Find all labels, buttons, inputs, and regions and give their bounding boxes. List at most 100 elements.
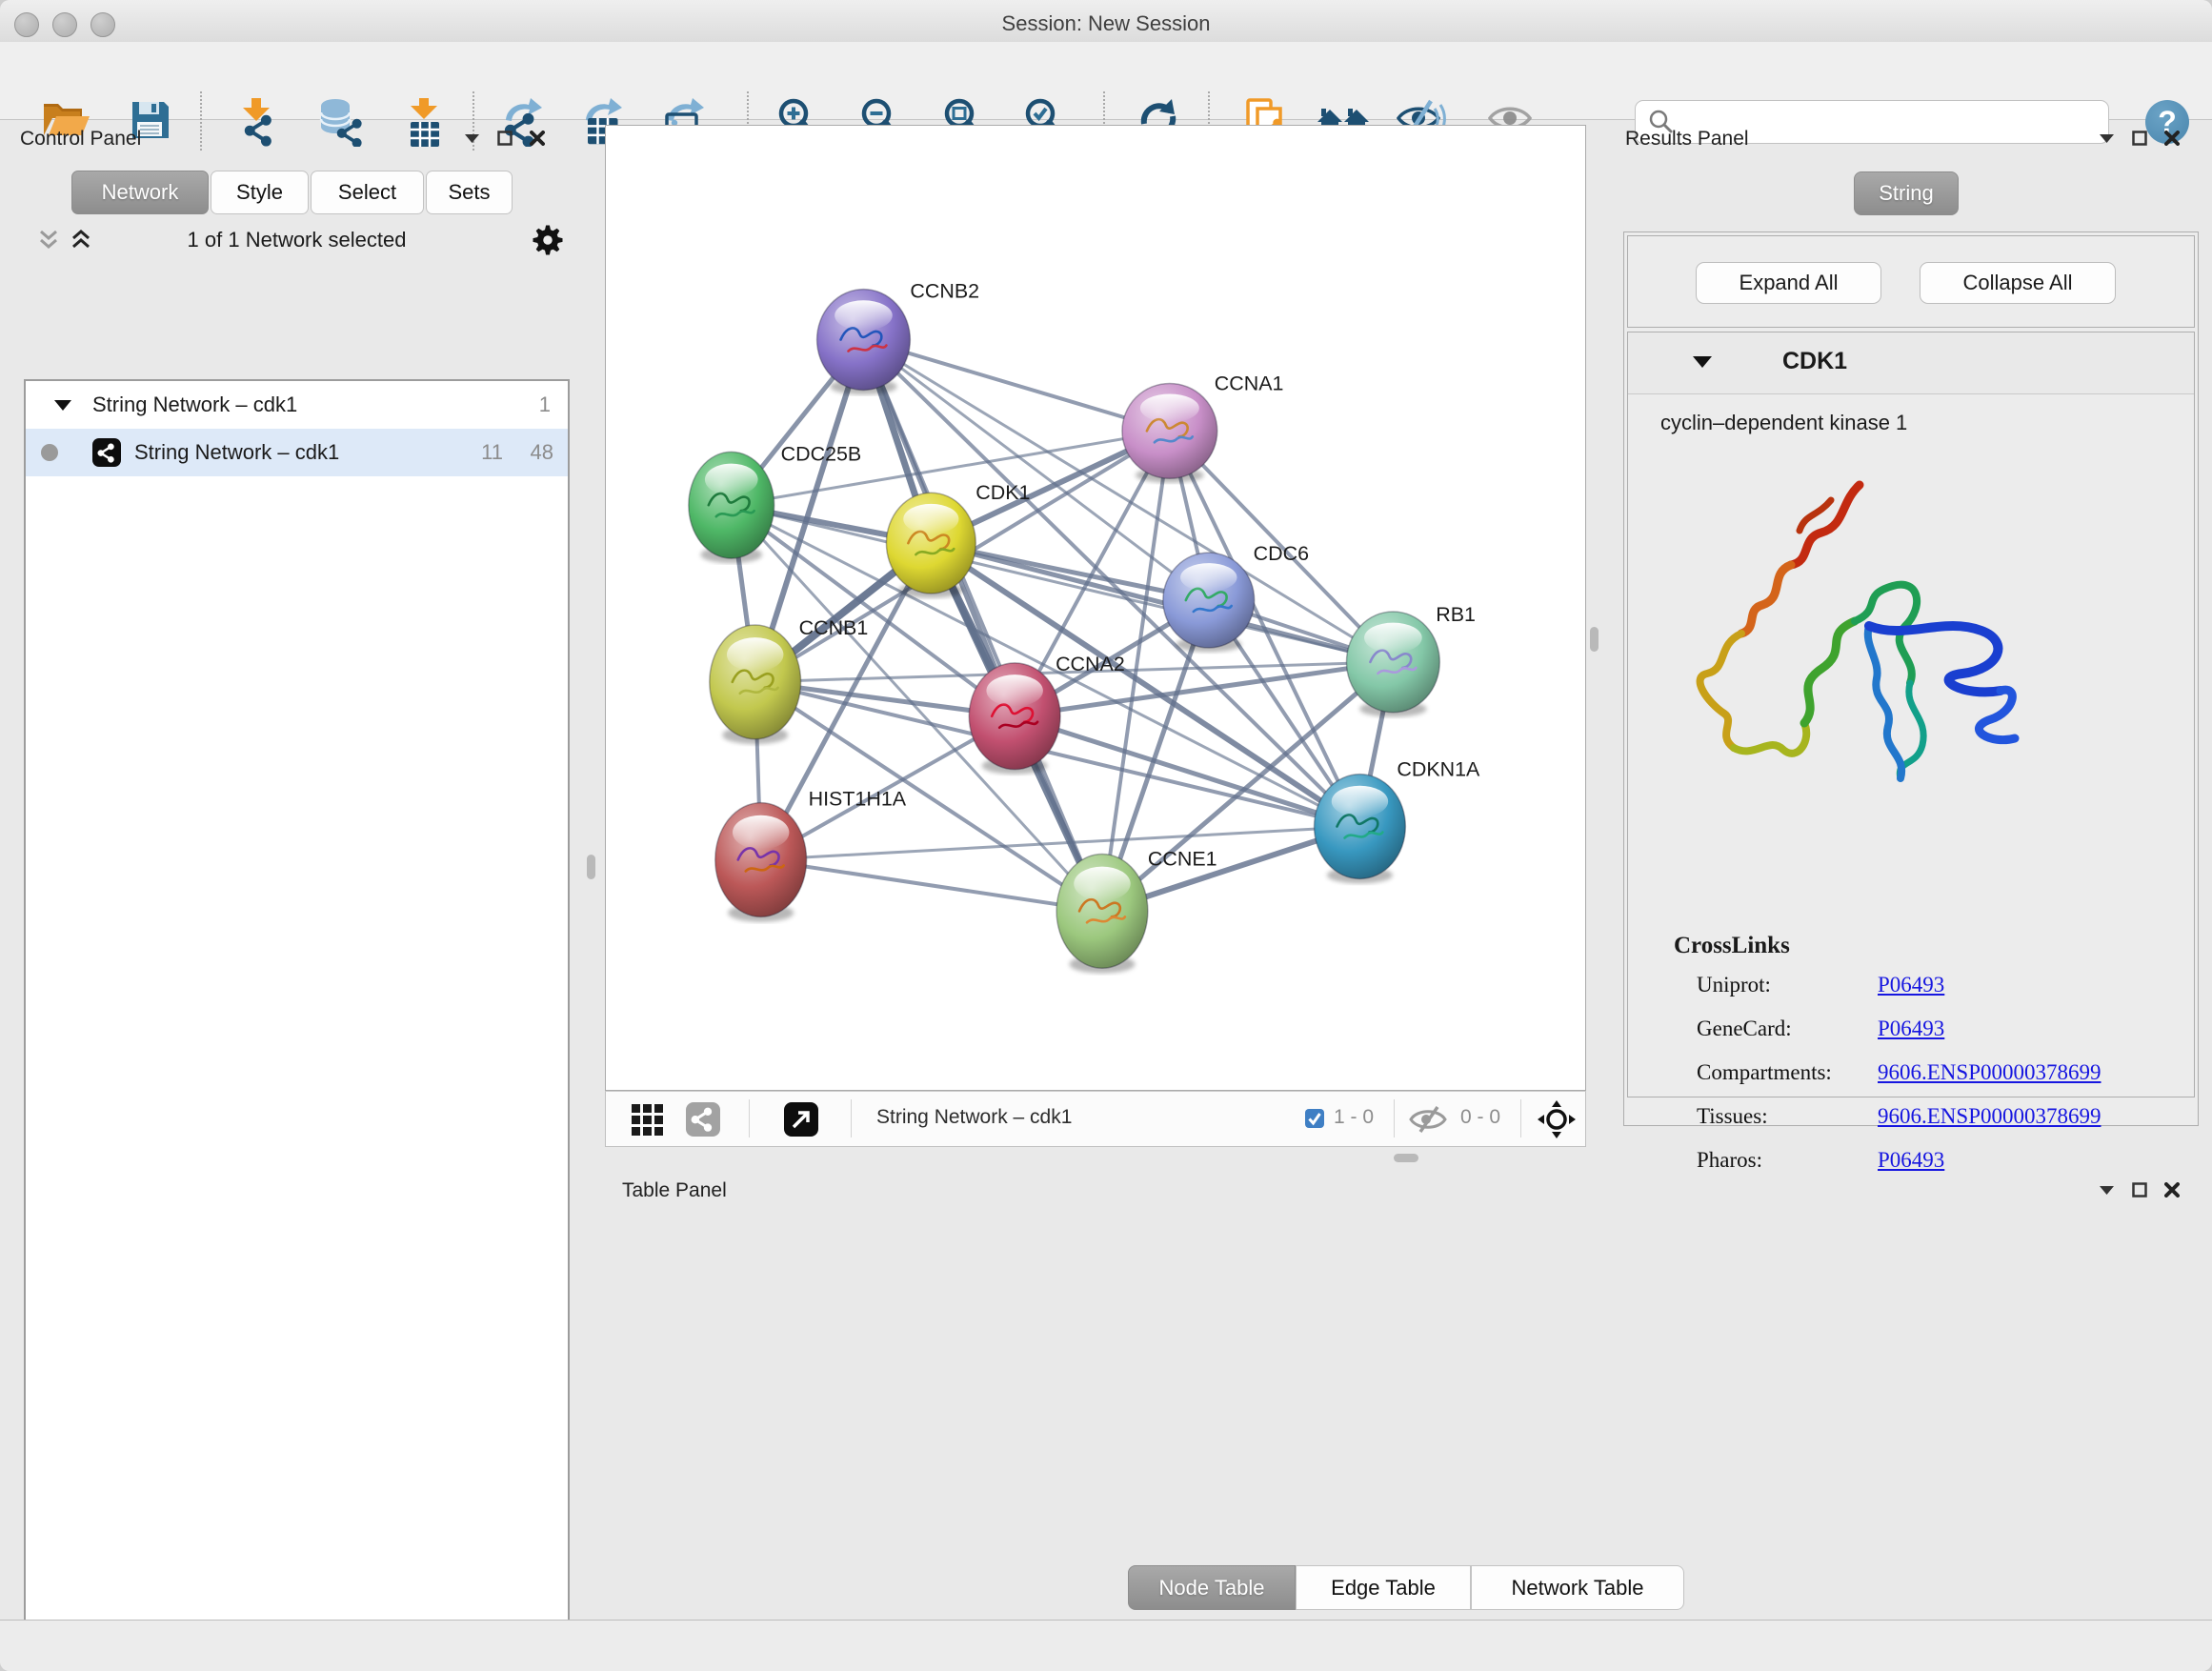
node-CCNE1[interactable]: CCNE1: [1056, 847, 1217, 973]
node-CCNB2[interactable]: CCNB2: [817, 280, 979, 395]
node-label-HIST1H1A: HIST1H1A: [809, 788, 907, 811]
table-panel-header-icons: [2099, 1182, 2180, 1198]
node-label-CCNB2: CCNB2: [910, 280, 979, 303]
accordion-expander-icon[interactable]: [1693, 355, 1712, 369]
tab-string[interactable]: String: [1854, 171, 1959, 215]
edge-CCNB2-CCNE1: [863, 340, 1102, 912]
network-view-toolbar: String Network – cdk1 1 - 0 0 - 0: [605, 1091, 1586, 1147]
collection-label: String Network – cdk1: [92, 393, 297, 417]
tab-network-table[interactable]: Network Table: [1471, 1565, 1684, 1610]
tab-node-table[interactable]: Node Table: [1128, 1565, 1296, 1610]
crosslink-link[interactable]: 9606.ENSP00000378699: [1878, 1104, 2101, 1129]
string-network-icon: [92, 438, 121, 467]
birds-eye-view-icon[interactable]: [1538, 1100, 1576, 1138]
control-panel: Control Panel NetworkStyleSelectSets 1 o…: [0, 119, 597, 1620]
crosslink-row: GeneCard: P06493: [1697, 1017, 2173, 1041]
panel-float-icon[interactable]: [2132, 131, 2147, 146]
network-row-selected[interactable]: String Network – cdk1 11 48: [26, 429, 568, 476]
table-type-tabs: Node TableEdge TableNetwork Table: [1128, 1565, 1684, 1610]
cytoscape-window: Session: New Session ? Control Panel Net…: [0, 0, 2212, 1671]
node-label-CCNB1: CCNB1: [799, 616, 869, 639]
panel-float-icon[interactable]: [497, 131, 513, 146]
panel-menu-icon[interactable]: [464, 132, 480, 144]
tab-edge-table[interactable]: Edge Table: [1296, 1565, 1471, 1610]
node-HIST1H1A[interactable]: HIST1H1A: [715, 788, 907, 922]
network-node-count: 11: [481, 440, 503, 465]
crosslink-label: Tissues:: [1697, 1104, 1878, 1129]
collapse-all-button[interactable]: Collapse All: [1920, 262, 2116, 304]
crosslinks-heading: CrossLinks: [1674, 933, 1790, 959]
protein-card-header[interactable]: CDK1: [1628, 332, 2194, 394]
network-edge-count: 48: [531, 440, 553, 465]
results-panel-title: Results Panel: [1625, 128, 1749, 151]
current-network-dot-icon: [41, 444, 58, 461]
edge-CCNE1-HIST1H1A: [761, 859, 1102, 911]
control-panel-title: Control Panel: [20, 128, 141, 151]
selected-checkbox-icon[interactable]: [1305, 1109, 1324, 1128]
tab-style[interactable]: Style: [211, 171, 309, 214]
protein-structure-image: [1674, 472, 2045, 826]
node-label-CDC6: CDC6: [1254, 542, 1309, 565]
table-panel-title: Table Panel: [622, 1179, 727, 1202]
network-canvas[interactable]: CCNB2 CCNA1 CDC25B CDK1 CDC6 RB1 CCNB1 C…: [605, 125, 1586, 1091]
panel-close-icon[interactable]: [2164, 131, 2180, 146]
tab-sets[interactable]: Sets: [426, 171, 513, 214]
panel-close-icon[interactable]: [530, 131, 545, 146]
protein-card: CDK1 cyclin–dependent kinase 1 CrossLink…: [1627, 332, 2195, 1097]
crosslink-link[interactable]: P06493: [1878, 1017, 1944, 1041]
node-CDKN1A[interactable]: CDKN1A: [1315, 758, 1480, 884]
hidden-counts: 0 - 0: [1460, 1106, 1500, 1129]
network-share-icon[interactable]: [686, 1102, 720, 1137]
title-bar: Session: New Session: [0, 0, 2212, 43]
node-label-CCNA2: CCNA2: [1056, 653, 1125, 675]
crosslink-row: Tissues: 9606.ENSP00000378699: [1697, 1104, 2173, 1129]
node-CDC25B[interactable]: CDC25B: [689, 442, 861, 563]
expand-collapse-box: Expand All Collapse All: [1627, 235, 2195, 328]
network-label: String Network – cdk1: [134, 440, 339, 465]
crosslink-label: Compartments:: [1697, 1060, 1878, 1085]
panel-menu-icon[interactable]: [2099, 132, 2115, 144]
node-label-CDKN1A: CDKN1A: [1397, 758, 1480, 781]
left-splitter-handle[interactable]: [587, 855, 595, 879]
tree-expander-icon[interactable]: [54, 399, 71, 412]
node-RB1[interactable]: RB1: [1346, 603, 1476, 717]
network-list: String Network – cdk1 1 String Network –…: [24, 379, 570, 1671]
open-in-window-icon[interactable]: [784, 1102, 818, 1137]
control-panel-header-icons: [464, 131, 545, 146]
hidden-eye-icon: [1409, 1105, 1447, 1134]
crosslink-label: GeneCard:: [1697, 1017, 1878, 1041]
results-panel: Results Panel String Expand All Collapse…: [1610, 119, 2212, 1143]
network-view-title: String Network – cdk1: [876, 1106, 1072, 1129]
results-panel-header-icons: [2099, 131, 2180, 146]
window-title: Session: New Session: [0, 11, 2212, 36]
crosslink-link[interactable]: 9606.ENSP00000378699: [1878, 1060, 2101, 1085]
right-splitter-handle[interactable]: [1590, 627, 1599, 652]
control-panel-tabs: NetworkStyleSelectSets: [71, 171, 513, 214]
bottom-splitter-handle[interactable]: [1394, 1154, 1418, 1162]
protein-description: cyclin–dependent kinase 1: [1660, 411, 1907, 435]
network-selection-summary: 1 of 1 Network selected: [24, 228, 570, 252]
crosslink-link[interactable]: P06493: [1878, 973, 1944, 997]
protein-name: CDK1: [1782, 348, 1847, 375]
node-CDK1[interactable]: CDK1: [886, 481, 1030, 598]
network-list-header: 1 of 1 Network selected: [24, 222, 570, 260]
node-label-CCNA1: CCNA1: [1215, 372, 1284, 394]
node-label-CCNE1: CCNE1: [1148, 847, 1217, 870]
crosslink-label: Uniprot:: [1697, 973, 1878, 997]
panel-float-icon[interactable]: [2132, 1182, 2147, 1198]
gear-icon[interactable]: [532, 224, 564, 256]
grid-view-icon[interactable]: [632, 1104, 664, 1137]
expand-all-button[interactable]: Expand All: [1696, 262, 1881, 304]
crosslink-row: Uniprot: P06493: [1697, 973, 2173, 997]
selected-counts: 1 - 0: [1334, 1106, 1374, 1129]
table-panel: Table Panel f(x) shared namenamecanonica…: [605, 1153, 2212, 1620]
panel-menu-icon[interactable]: [2099, 1184, 2115, 1196]
tab-network[interactable]: Network: [71, 171, 209, 214]
main-toolbar: ?: [0, 42, 2212, 120]
node-CCNA2[interactable]: CCNA2: [969, 653, 1124, 775]
panel-close-icon[interactable]: [2164, 1182, 2180, 1198]
network-collection-row[interactable]: String Network – cdk1 1: [26, 381, 568, 429]
status-bar: Memory: [0, 1620, 2212, 1671]
tab-select[interactable]: Select: [311, 171, 424, 214]
collection-count: 1: [539, 393, 551, 417]
